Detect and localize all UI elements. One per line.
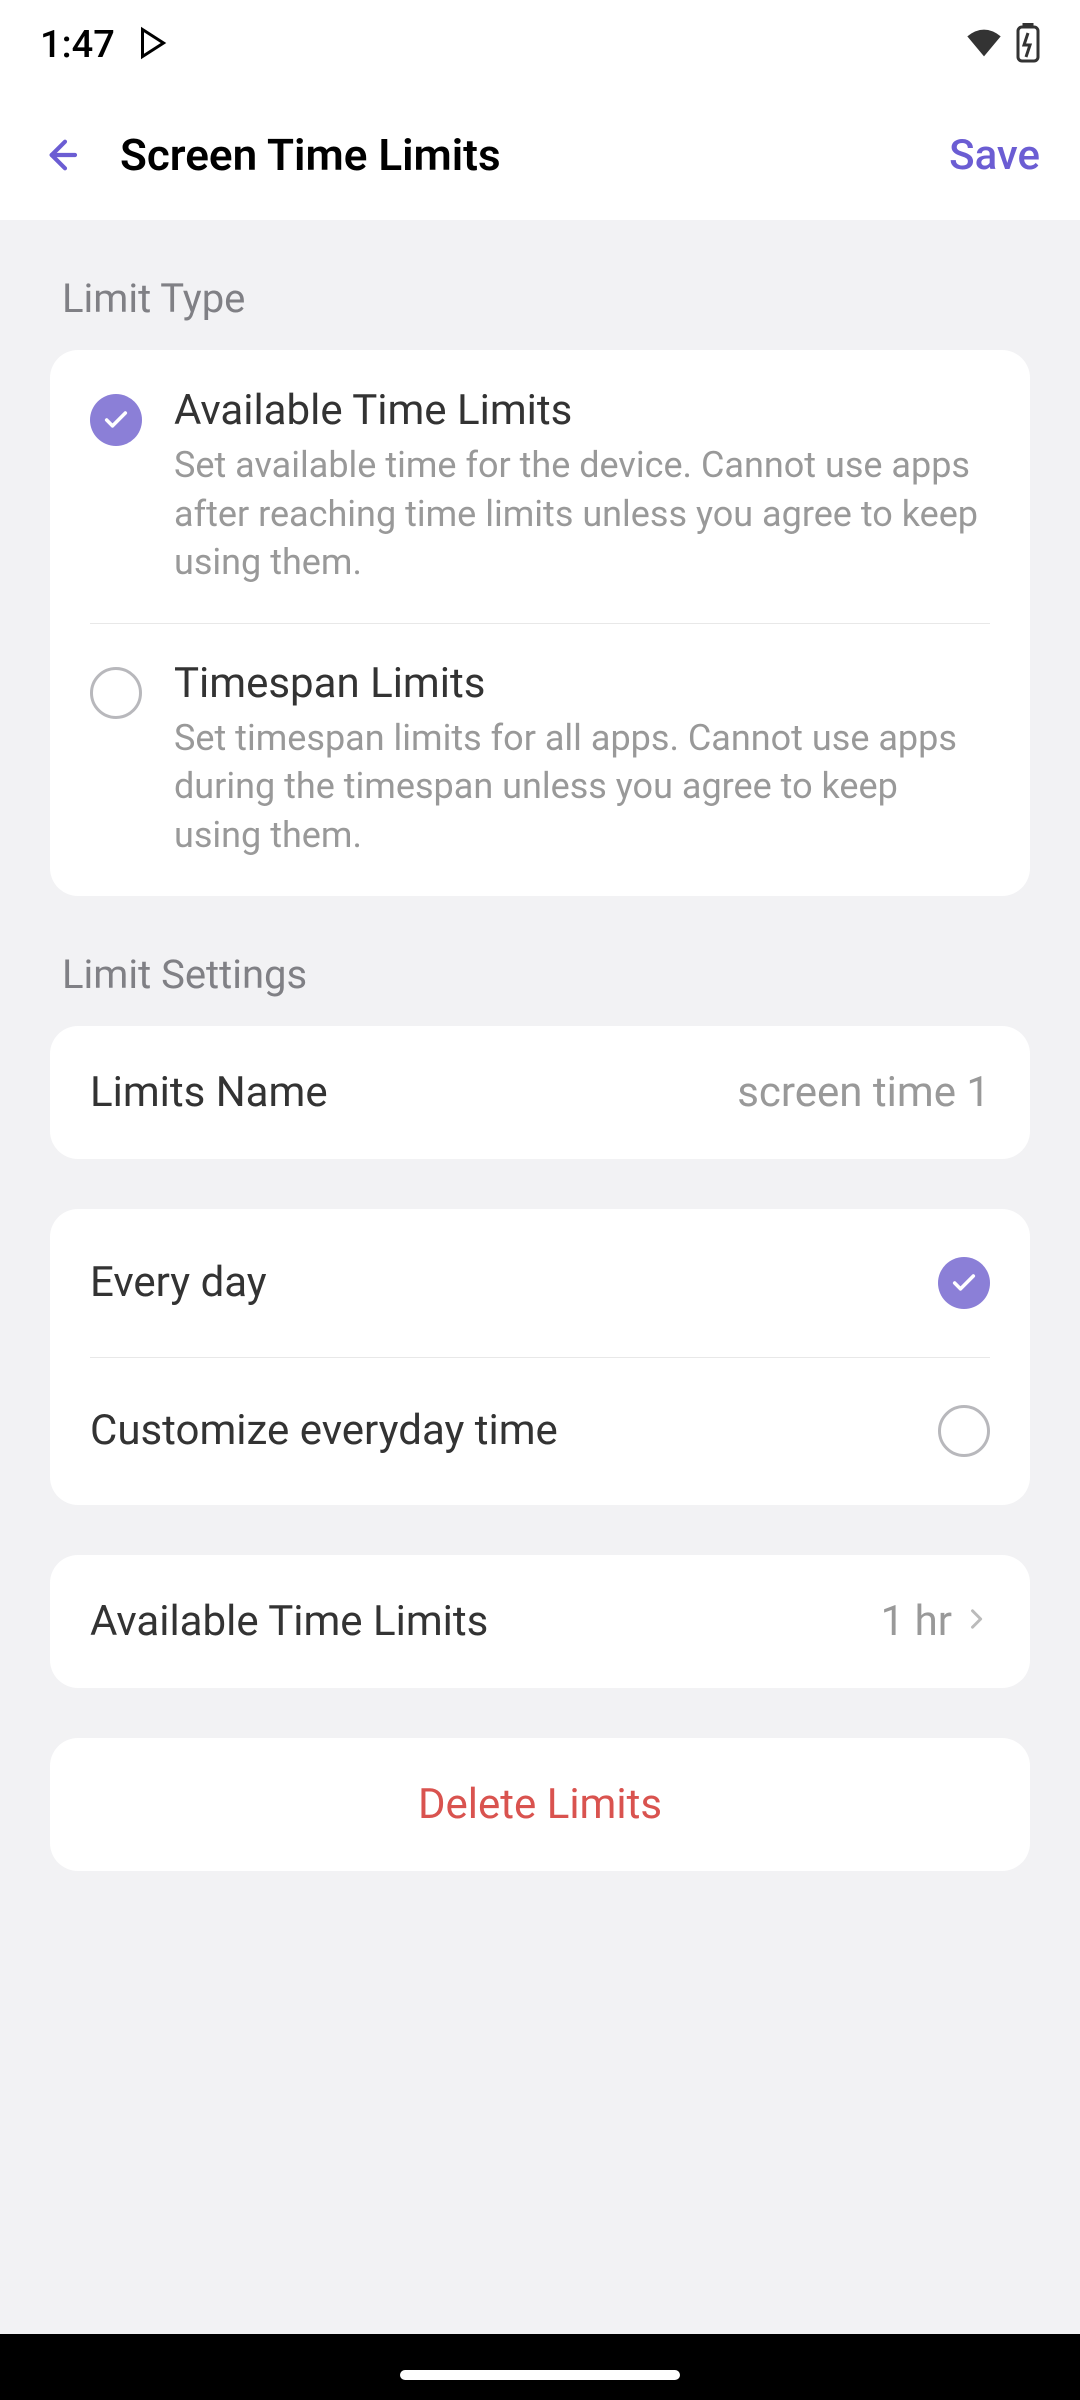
available-time-label: Available Time Limits	[90, 1597, 488, 1646]
limits-name-row[interactable]: Limits Name screen time 1	[50, 1026, 1030, 1159]
app-header: Screen Time Limits Save	[0, 90, 1080, 220]
radio-selected-icon	[90, 394, 142, 446]
check-off-icon	[938, 1405, 990, 1457]
wifi-icon	[964, 23, 1004, 67]
status-bar: 1:47	[0, 0, 1080, 90]
back-button[interactable]	[40, 135, 80, 175]
home-indicator[interactable]	[400, 2370, 680, 2380]
battery-icon	[1016, 23, 1040, 67]
customize-label: Customize everyday time	[90, 1406, 558, 1455]
status-time: 1:47	[40, 23, 115, 67]
limits-name-card: Limits Name screen time 1	[50, 1026, 1030, 1159]
delete-label: Delete Limits	[90, 1780, 990, 1829]
delete-limits-button[interactable]: Delete Limits	[50, 1738, 1030, 1871]
save-button[interactable]: Save	[949, 131, 1040, 180]
limits-name-label: Limits Name	[90, 1068, 328, 1117]
option-desc: Set timespan limits for all apps. Cannot…	[174, 714, 990, 860]
schedule-card: Every day Customize everyday time	[50, 1209, 1030, 1505]
everyday-row[interactable]: Every day	[50, 1209, 1030, 1357]
option-title: Available Time Limits	[174, 386, 990, 435]
radio-unselected-icon	[90, 667, 142, 719]
content-area: Limit Type Available Time Limits Set ava…	[0, 220, 1080, 2334]
delete-card: Delete Limits	[50, 1738, 1030, 1871]
option-available-time-limits[interactable]: Available Time Limits Set available time…	[50, 350, 1030, 623]
option-timespan-limits[interactable]: Timespan Limits Set timespan limits for …	[50, 623, 1030, 896]
check-on-icon	[938, 1257, 990, 1309]
everyday-label: Every day	[90, 1258, 267, 1307]
available-time-value: 1 hr	[881, 1597, 952, 1646]
limit-settings-label: Limit Settings	[50, 951, 1030, 998]
customize-everyday-row[interactable]: Customize everyday time	[50, 1357, 1030, 1505]
limits-name-value: screen time 1	[737, 1068, 990, 1117]
play-store-icon	[135, 25, 171, 65]
page-title: Screen Time Limits	[120, 129, 909, 181]
option-desc: Set available time for the device. Canno…	[174, 441, 990, 587]
limit-type-card: Available Time Limits Set available time…	[50, 350, 1030, 896]
option-title: Timespan Limits	[174, 659, 990, 708]
chevron-right-icon	[962, 1605, 990, 1637]
limit-type-label: Limit Type	[50, 275, 1030, 322]
available-time-card: Available Time Limits 1 hr	[50, 1555, 1030, 1688]
available-time-row[interactable]: Available Time Limits 1 hr	[50, 1555, 1030, 1688]
